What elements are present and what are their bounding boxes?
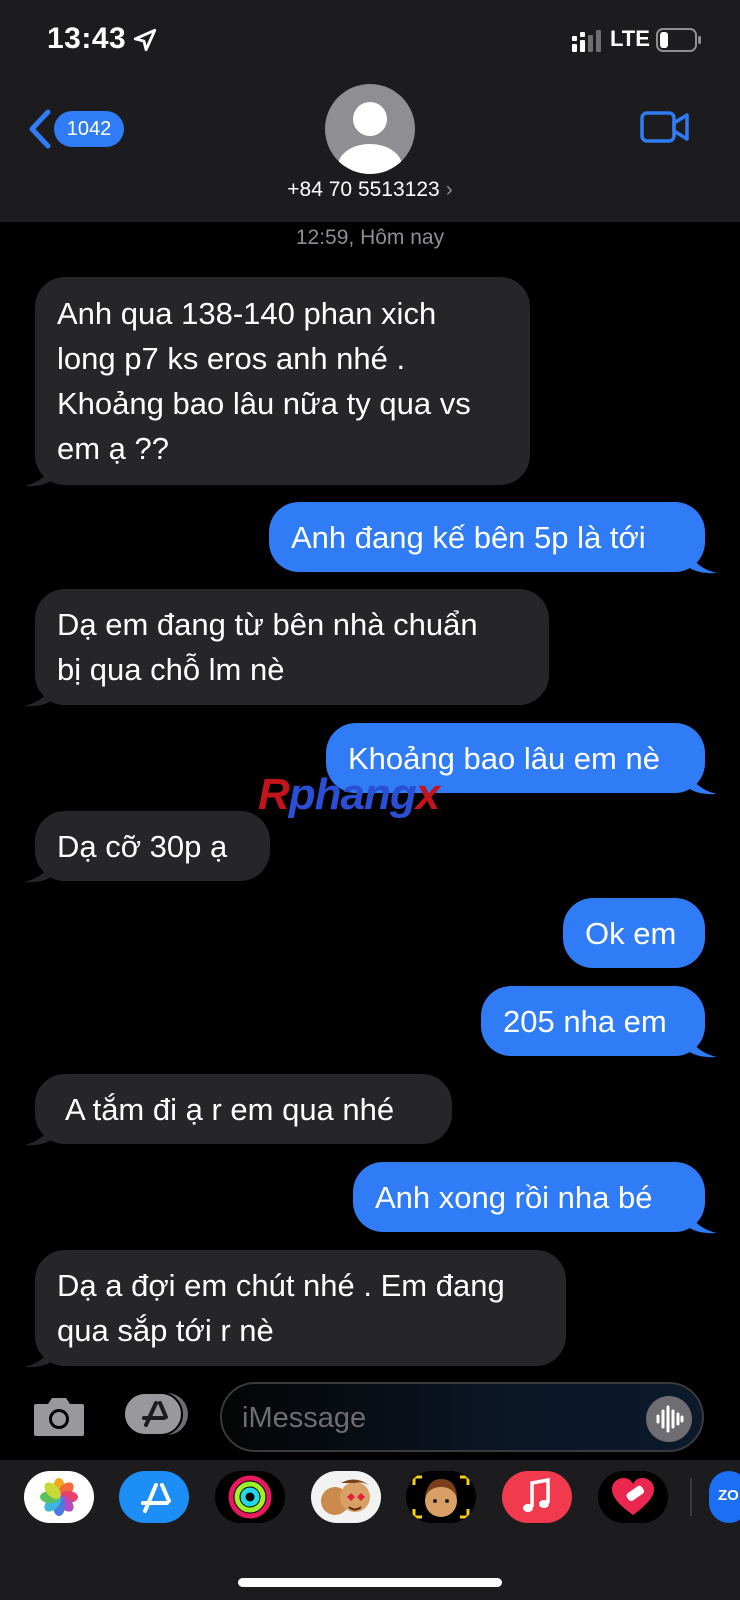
message-input[interactable]: [242, 1398, 622, 1438]
audio-message-button[interactable]: [646, 1396, 692, 1442]
message-bubble-outgoing[interactable]: Ok em: [563, 898, 705, 968]
bubble-tail: [687, 1210, 717, 1234]
app-store-icon[interactable]: [119, 1471, 189, 1523]
back-chevron-icon[interactable]: [26, 108, 54, 150]
bubble-tail: [687, 1034, 717, 1058]
message-bubble-outgoing[interactable]: Anh đang kế bên 5p là tới: [269, 502, 705, 572]
message-bubble-incoming[interactable]: Anh qua 138-140 phan xich long p7 ks eros…: [35, 277, 530, 485]
message-timestamp: 12:59, Hôm nay: [295, 226, 445, 249]
message-bubble-incoming[interactable]: Dạ cỡ 30p ạ: [35, 811, 270, 881]
message-bubble-outgoing[interactable]: Anh xong rồi nha bé: [353, 1162, 705, 1232]
contact-name[interactable]: +84 70 5513123 ›: [0, 178, 740, 202]
zalo-label: ZO: [718, 1487, 739, 1504]
bubble-tail: [24, 859, 54, 883]
bubble-tail: [24, 1344, 54, 1368]
conversation-header: 13:43 LTE 1042 +84 70 5513123 ›: [0, 0, 740, 222]
bubble-tail: [24, 463, 54, 487]
bubble-tail: [24, 1122, 54, 1146]
fitness-activity-icon[interactable]: [215, 1471, 285, 1523]
back-unread-badge[interactable]: 1042: [54, 111, 124, 147]
location-arrow-icon: [133, 28, 157, 52]
facetime-video-icon[interactable]: [640, 110, 690, 144]
network-label: LTE: [610, 26, 650, 51]
home-indicator[interactable]: [238, 1578, 502, 1587]
message-input-field[interactable]: [220, 1382, 704, 1452]
message-bubble-incoming[interactable]: A tắm đi ạ r em qua nhé: [35, 1074, 452, 1144]
bubble-tail: [687, 771, 717, 795]
contact-number: +84 70 5513123: [287, 178, 440, 201]
contact-chevron-icon: ›: [445, 178, 453, 201]
signal-icon: [572, 30, 601, 52]
composer-bar: [0, 1372, 740, 1460]
bubble-tail: [687, 550, 717, 574]
contact-avatar[interactable]: [325, 84, 415, 174]
photos-app-icon[interactable]: [24, 1471, 94, 1523]
person-silhouette-icon: [338, 102, 402, 174]
heart-sticker-app-icon[interactable]: [598, 1471, 668, 1523]
zalo-app-icon[interactable]: ZO: [709, 1471, 740, 1523]
camera-icon[interactable]: [32, 1394, 86, 1438]
status-time: 13:43: [47, 22, 127, 55]
battery-icon: [656, 28, 701, 52]
message-bubble-incoming[interactable]: Dạ em đang từ bên nhà chuẩn bị qua chỗ lm…: [35, 589, 549, 705]
stickers-app-icon[interactable]: [311, 1471, 381, 1523]
memoji-app-icon[interactable]: [406, 1471, 476, 1523]
drawer-divider: [690, 1478, 692, 1516]
imessage-app-drawer: ZO: [0, 1460, 740, 1600]
waveform-icon: [656, 1405, 684, 1433]
watermark: Rphangx: [258, 770, 440, 819]
message-bubble-outgoing[interactable]: 205 nha em: [481, 986, 705, 1056]
bubble-tail: [24, 683, 54, 707]
music-app-icon[interactable]: [502, 1471, 572, 1523]
app-store-drawer-icon[interactable]: [122, 1391, 192, 1437]
message-bubble-incoming[interactable]: Dạ a đợi em chút nhé . Em đang qua sắp tớ…: [35, 1250, 566, 1366]
